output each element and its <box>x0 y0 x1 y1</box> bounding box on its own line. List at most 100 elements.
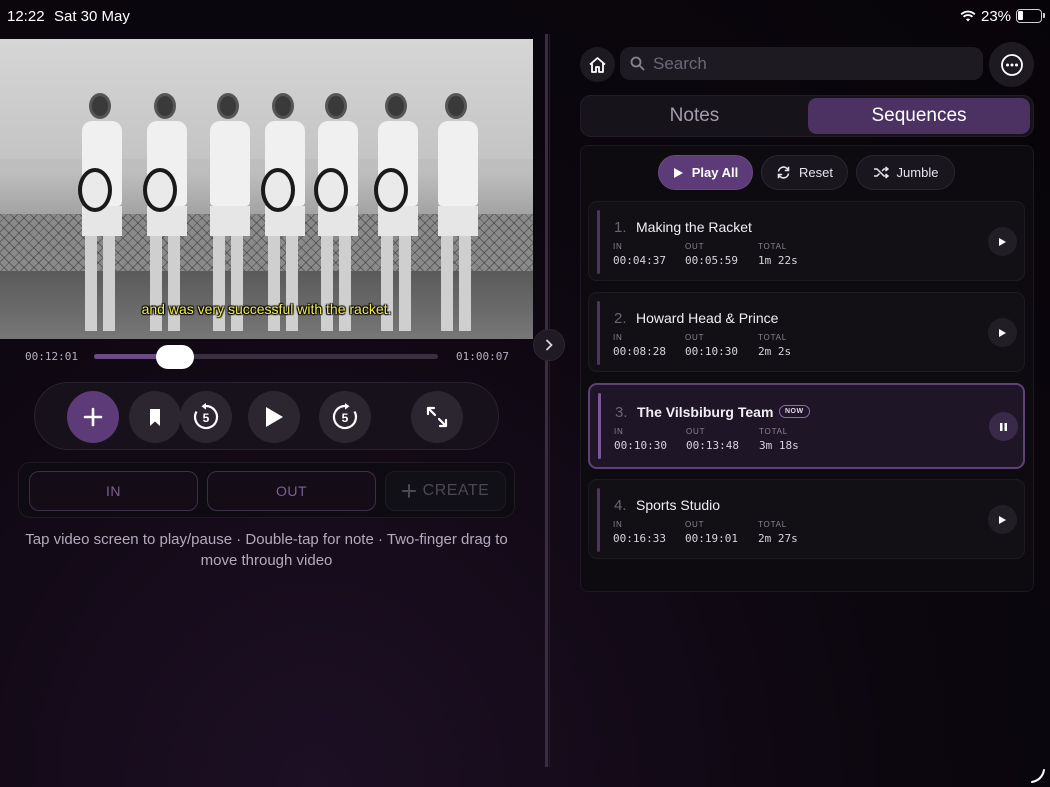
view-switcher: Notes Sequences <box>580 95 1034 137</box>
play-icon <box>266 407 283 427</box>
total-label: TOTAL <box>759 427 789 436</box>
tab-sequences[interactable]: Sequences <box>808 98 1030 134</box>
play-sequence-button[interactable] <box>988 318 1017 347</box>
in-time: 00:10:30 <box>614 439 667 452</box>
now-playing-badge: NOW <box>779 405 810 418</box>
home-button[interactable] <box>580 47 615 82</box>
out-label: OUT <box>686 427 706 436</box>
sequence-marker <box>597 488 600 552</box>
scrubber-track[interactable] <box>94 354 438 359</box>
search-bar[interactable] <box>620 47 983 80</box>
set-in-button[interactable]: IN <box>29 471 198 511</box>
battery-percent: 23% <box>981 8 1012 25</box>
status-bar: 12:22 Sat 30 May 23% <box>0 0 1050 34</box>
jumble-button[interactable]: Jumble <box>856 155 955 190</box>
set-in-label: IN <box>106 483 121 499</box>
skip-forward-button[interactable]: 5 <box>319 391 371 443</box>
search-input[interactable] <box>653 47 973 80</box>
gesture-hint: Tap video screen to play/pause · Double-… <box>25 531 508 569</box>
playback-controls: 5 5 <box>34 382 499 450</box>
in-label: IN <box>613 520 623 529</box>
panel-divider[interactable] <box>540 34 556 767</box>
skip-forward-seconds: 5 <box>342 411 349 425</box>
plus-icon <box>83 407 103 427</box>
add-note-button[interactable] <box>67 391 119 443</box>
sequence-title: Sports Studio <box>636 497 721 513</box>
plus-icon <box>401 484 416 498</box>
sequence-item[interactable]: 4. Sports Studio IN OUT TOTAL 00:16:33 0… <box>588 479 1025 559</box>
current-time: 00:12:01 <box>25 350 78 363</box>
play-all-button[interactable]: Play All <box>658 155 753 190</box>
sequence-title: Making the Racket <box>636 219 752 235</box>
video-figure <box>210 93 250 331</box>
play-sequence-button[interactable] <box>988 227 1017 256</box>
total-label: TOTAL <box>758 520 788 529</box>
reset-button[interactable]: Reset <box>761 155 848 190</box>
skip-forward-icon: 5 <box>332 403 358 430</box>
in-time: 00:04:37 <box>613 254 666 267</box>
home-icon <box>589 56 606 73</box>
skip-back-icon: 5 <box>193 403 219 430</box>
sequence-number: 2. <box>614 310 627 327</box>
total-duration: 3m 18s <box>759 439 799 452</box>
out-label: OUT <box>685 242 705 251</box>
total-label: TOTAL <box>758 242 788 251</box>
in-time: 00:08:28 <box>613 345 666 358</box>
out-label: OUT <box>685 333 705 342</box>
sequence-title: Howard Head & Prince <box>636 310 779 326</box>
pause-sequence-button[interactable] <box>989 412 1018 441</box>
in-label: IN <box>613 242 623 251</box>
set-out-button[interactable]: OUT <box>207 471 376 511</box>
create-label: CREATE <box>422 482 490 499</box>
resize-handle-icon[interactable] <box>1028 765 1048 785</box>
video-player[interactable]: and was very successful with the racket. <box>0 39 533 339</box>
status-date: Sat 30 May <box>54 8 130 25</box>
bookmark-icon <box>150 408 160 426</box>
video-figure <box>261 93 305 331</box>
expand-icon <box>426 406 448 428</box>
out-time: 00:19:01 <box>685 532 738 545</box>
set-out-label: OUT <box>275 483 308 499</box>
sequence-number: 1. <box>614 219 627 236</box>
skip-back-seconds: 5 <box>203 411 210 425</box>
total-duration: 2m 2s <box>758 345 792 358</box>
play-icon <box>999 515 1006 524</box>
video-figure <box>143 93 187 331</box>
play-icon <box>999 237 1006 246</box>
in-label: IN <box>613 333 623 342</box>
status-time: 12:22 <box>7 8 45 25</box>
total-label: TOTAL <box>758 333 788 342</box>
sequence-item[interactable]: 2. Howard Head & Prince IN OUT TOTAL 00:… <box>588 292 1025 372</box>
sequence-item[interactable]: 1. Making the Racket IN OUT TOTAL 00:04:… <box>588 201 1025 281</box>
sequence-marker <box>597 210 600 274</box>
collapse-panel-button[interactable] <box>533 329 565 361</box>
tab-notes[interactable]: Notes <box>583 98 806 134</box>
sequence-number: 3. <box>615 404 628 421</box>
search-icon <box>630 56 645 71</box>
total-duration: 2m 27s <box>758 532 798 545</box>
skip-back-button[interactable]: 5 <box>180 391 232 443</box>
play-sequence-button[interactable] <box>988 505 1017 534</box>
ellipsis-circle-icon <box>1000 53 1023 76</box>
scrubber-thumb[interactable] <box>155 345 194 369</box>
chevron-right-icon <box>546 339 553 351</box>
create-sequence-button[interactable]: CREATE <box>385 471 506 511</box>
fullscreen-button[interactable] <box>411 391 463 443</box>
refresh-icon <box>777 166 790 179</box>
video-subtitle: and was very successful with the racket. <box>141 301 392 317</box>
jumble-label: Jumble <box>896 165 939 180</box>
pause-icon <box>1000 422 1007 431</box>
wifi-icon <box>960 10 976 22</box>
play-icon <box>673 167 683 178</box>
total-duration: 1m 22s <box>758 254 798 267</box>
sequence-item-active[interactable]: 3. The Vilsbiburg Team NOW IN OUT TOTAL … <box>588 383 1025 469</box>
play-button[interactable] <box>248 391 300 443</box>
play-all-label: Play All <box>691 165 739 180</box>
in-time: 00:16:33 <box>613 532 666 545</box>
sequence-marker <box>598 393 601 459</box>
reset-label: Reset <box>799 165 833 180</box>
marker-bar: IN OUT CREATE <box>18 462 515 518</box>
bookmark-button[interactable] <box>129 391 181 443</box>
more-options-button[interactable] <box>989 42 1034 87</box>
video-figure <box>78 93 122 331</box>
